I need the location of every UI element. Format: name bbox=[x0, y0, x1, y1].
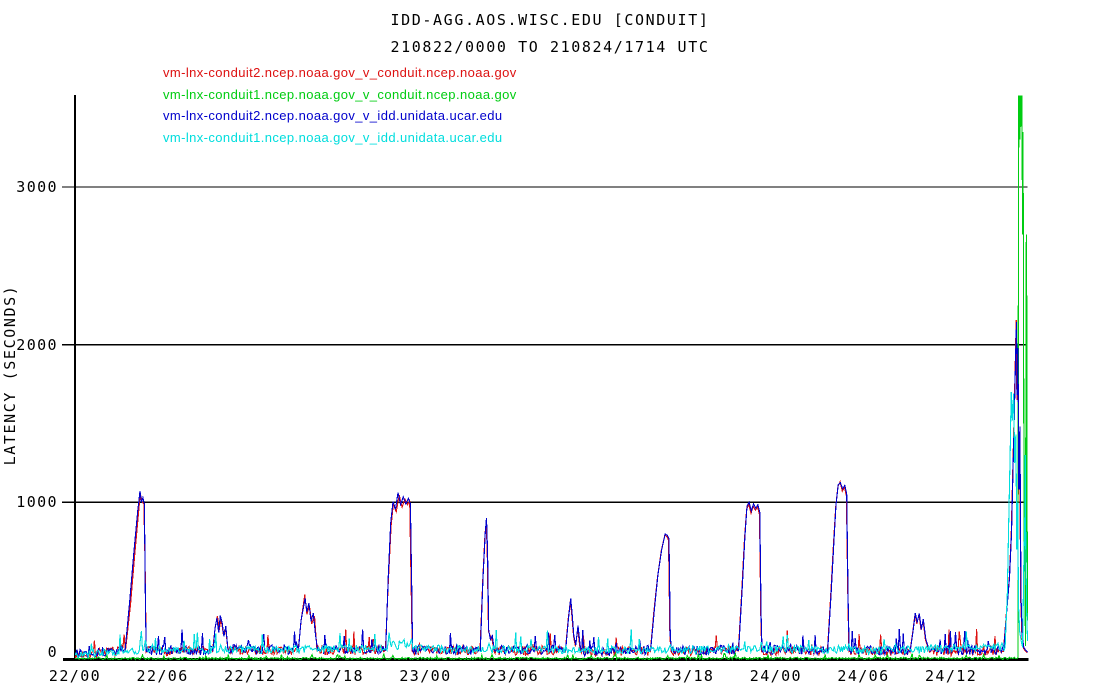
y-tick-label-1000: 1000 bbox=[4, 493, 58, 511]
x-tick-label-24-12: 24/12 bbox=[909, 667, 993, 685]
x-tick-label-23-00: 23/00 bbox=[383, 667, 467, 685]
x-tick-label-23-06: 23/06 bbox=[471, 667, 555, 685]
series-line-1 bbox=[75, 320, 1028, 659]
x-tick-label-23-12: 23/12 bbox=[559, 667, 643, 685]
y-tick-label-3000: 3000 bbox=[4, 178, 58, 196]
series-line-2 bbox=[75, 96, 1028, 660]
x-tick-label-24-00: 24/00 bbox=[734, 667, 818, 685]
plot-area bbox=[0, 0, 1100, 700]
y-axis-line bbox=[74, 95, 76, 661]
series-line-3 bbox=[75, 322, 1028, 658]
x-tick-label-22-00: 22/00 bbox=[33, 667, 117, 685]
x-tick-label-23-18: 23/18 bbox=[646, 667, 730, 685]
series-group bbox=[75, 96, 1028, 660]
x-tick-label-22-06: 22/06 bbox=[121, 667, 205, 685]
y-tick-label-2000: 2000 bbox=[4, 336, 58, 354]
x-tick-label-24-06: 24/06 bbox=[821, 667, 905, 685]
x-tick-label-22-12: 22/12 bbox=[208, 667, 292, 685]
y-tick-label-0: 0 bbox=[4, 643, 58, 661]
x-tick-label-22-18: 22/18 bbox=[296, 667, 380, 685]
latency-chart: IDD-AGG.AOS.WISC.EDU [CONDUIT] 210822/00… bbox=[0, 0, 1100, 700]
